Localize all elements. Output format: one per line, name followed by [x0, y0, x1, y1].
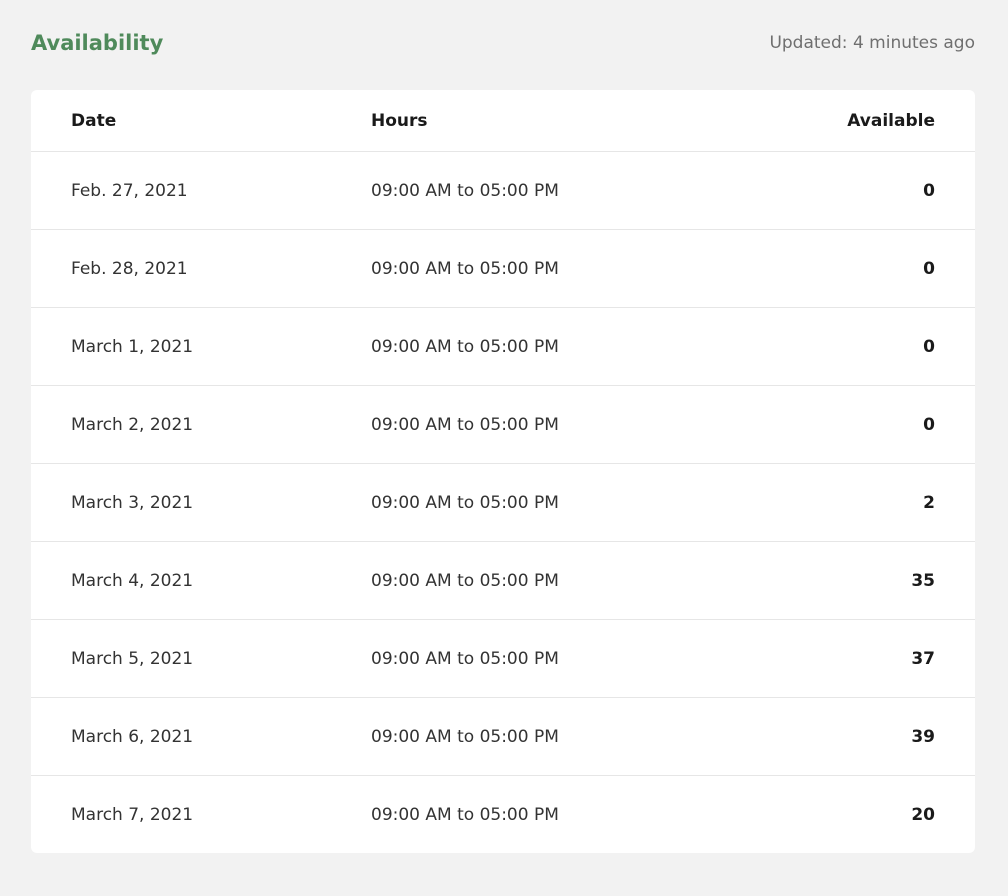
cell-hours: 09:00 AM to 05:00 PM	[371, 648, 559, 669]
cell-hours: 09:00 AM to 05:00 PM	[371, 492, 559, 513]
cell-date: March 2, 2021	[71, 414, 194, 435]
table-row: March 3, 2021 09:00 AM to 05:00 PM 2	[31, 463, 975, 541]
table-row: March 2, 2021 09:00 AM to 05:00 PM 0	[31, 385, 975, 463]
cell-available: 2	[923, 492, 935, 513]
cell-date: March 6, 2021	[71, 726, 194, 747]
cell-hours: 09:00 AM to 05:00 PM	[371, 258, 559, 279]
table-header-row: Date Hours Available	[31, 90, 975, 151]
cell-date: March 3, 2021	[71, 492, 194, 513]
cell-hours: 09:00 AM to 05:00 PM	[371, 414, 559, 435]
cell-date: Feb. 27, 2021	[71, 180, 188, 201]
cell-date: March 5, 2021	[71, 648, 194, 669]
column-header-date: Date	[71, 110, 117, 131]
cell-hours: 09:00 AM to 05:00 PM	[371, 336, 559, 357]
cell-hours: 09:00 AM to 05:00 PM	[371, 570, 559, 591]
table-row: Feb. 27, 2021 09:00 AM to 05:00 PM 0	[31, 151, 975, 229]
table-row: March 6, 2021 09:00 AM to 05:00 PM 39	[31, 697, 975, 775]
cell-hours: 09:00 AM to 05:00 PM	[371, 726, 559, 747]
table-row: March 1, 2021 09:00 AM to 05:00 PM 0	[31, 307, 975, 385]
table-row: March 5, 2021 09:00 AM to 05:00 PM 37	[31, 619, 975, 697]
cell-available: 35	[911, 570, 935, 591]
availability-table: Date Hours Available Feb. 27, 2021 09:00…	[31, 90, 975, 853]
cell-hours: 09:00 AM to 05:00 PM	[371, 804, 559, 825]
table-row: Feb. 28, 2021 09:00 AM to 05:00 PM 0	[31, 229, 975, 307]
cell-available: 37	[911, 648, 935, 669]
cell-date: March 4, 2021	[71, 570, 194, 591]
cell-available: 39	[911, 726, 935, 747]
cell-available: 20	[911, 804, 935, 825]
column-header-hours: Hours	[371, 110, 428, 131]
table-row: March 4, 2021 09:00 AM to 05:00 PM 35	[31, 541, 975, 619]
cell-available: 0	[923, 414, 935, 435]
page-title: Availability	[31, 31, 164, 55]
availability-header: Availability Updated: 4 minutes ago	[31, 28, 975, 58]
cell-hours: 09:00 AM to 05:00 PM	[371, 180, 559, 201]
cell-available: 0	[923, 336, 935, 357]
cell-available: 0	[923, 258, 935, 279]
cell-date: Feb. 28, 2021	[71, 258, 188, 279]
cell-available: 0	[923, 180, 935, 201]
cell-date: March 7, 2021	[71, 804, 194, 825]
table-row: March 7, 2021 09:00 AM to 05:00 PM 20	[31, 775, 975, 853]
column-header-available: Available	[847, 110, 935, 131]
updated-status: Updated: 4 minutes ago	[769, 33, 975, 53]
cell-date: March 1, 2021	[71, 336, 194, 357]
